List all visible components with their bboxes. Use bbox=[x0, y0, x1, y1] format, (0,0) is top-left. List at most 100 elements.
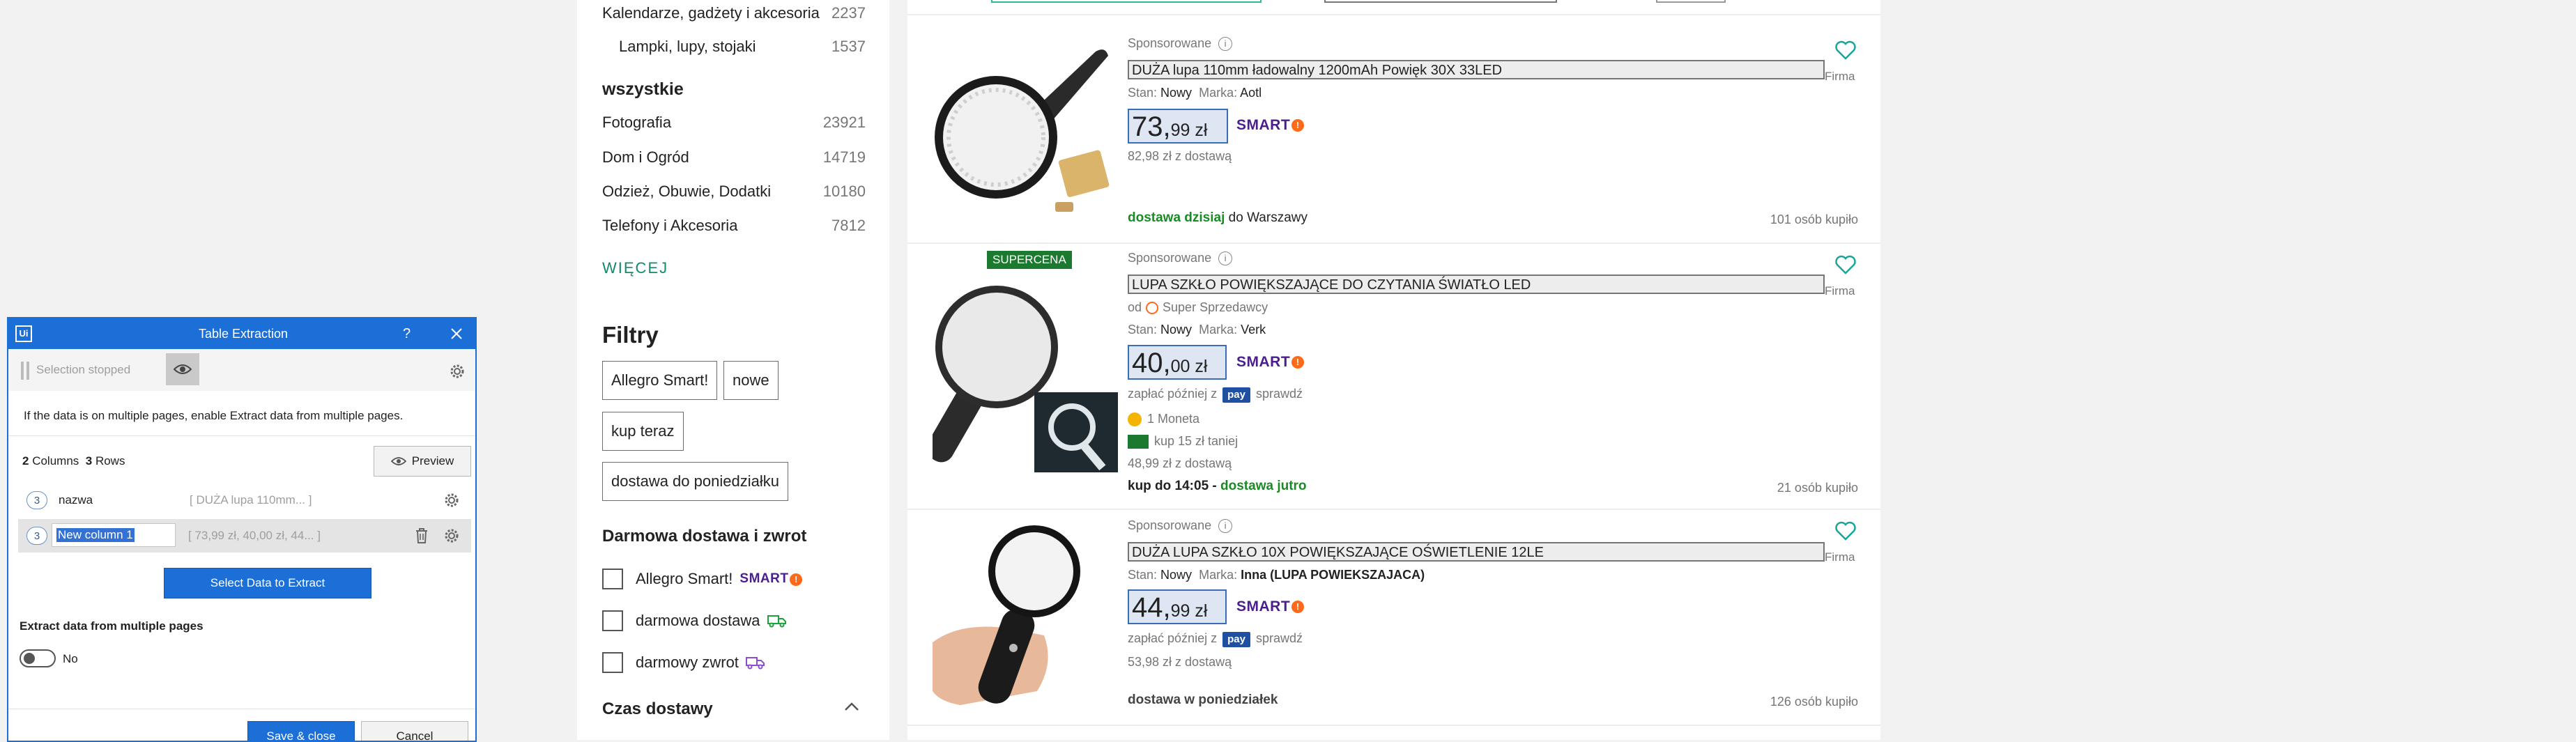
pay-later: zapłać później z pay sprawdź bbox=[1128, 387, 1303, 403]
column-sample: [ 73,99 zł, 40,00 zł, 44... ] bbox=[188, 529, 321, 542]
product-title[interactable]: DUŻA LUPA SZKŁO 10X POWIĘKSZAJĄCE OŚWIET… bbox=[1128, 542, 1825, 562]
eye-icon bbox=[174, 364, 192, 374]
truck-icon bbox=[767, 615, 786, 628]
smart-dot-icon: ! bbox=[1291, 601, 1305, 613]
delivery-time-section-title: Czas dostawy bbox=[602, 700, 713, 718]
select-data-button[interactable]: Select Data to Extract bbox=[164, 568, 371, 598]
filter-chip-delivery-monday[interactable]: dostawa do poniedziałku bbox=[602, 462, 788, 501]
category-item[interactable]: Telefony i Akcesoria 7812 bbox=[602, 208, 866, 243]
dialog-title-bar[interactable]: Ui Table Extraction ? bbox=[8, 318, 475, 349]
bought-count: 126 osób kupiło bbox=[1770, 695, 1858, 709]
column-row-selected[interactable]: 3 New column 1 [ 73,99 zł, 40,00 zł, 44.… bbox=[18, 519, 471, 552]
eye-toggle-button[interactable] bbox=[166, 353, 199, 385]
smart-badge: SMART! bbox=[1236, 117, 1305, 134]
category-item[interactable]: Odzież, Obuwie, Dodatki 10180 bbox=[602, 174, 866, 209]
sponsored-label: Sponsorowane i bbox=[1128, 36, 1233, 51]
category-count: 1537 bbox=[831, 38, 866, 55]
product-attributes: Stan: Nowy Marka: Verk bbox=[1128, 323, 1266, 337]
top-small-field[interactable] bbox=[1656, 0, 1726, 3]
product-image[interactable] bbox=[930, 43, 1111, 224]
product-card[interactable]: SUPERCENA Sponsorowane i LUPA SZKŁO POWIĘ… bbox=[907, 244, 1880, 509]
filter-chip-new[interactable]: nowe bbox=[723, 361, 779, 400]
product-title[interactable]: DUŻA lupa 110mm ładowalny 1200mAh Powięk… bbox=[1128, 60, 1825, 79]
heart-icon[interactable] bbox=[1834, 520, 1857, 542]
coin-icon bbox=[1128, 412, 1142, 426]
product-card[interactable]: Sponsorowane i DUŻA lupa 110mm ładowalny … bbox=[907, 15, 1880, 242]
product-card[interactable]: Sponsorowane i DUŻA LUPA SZKŁO 10X POWIĘK… bbox=[907, 510, 1880, 725]
price-with-delivery: 53,98 zł z dostawą bbox=[1128, 655, 1232, 669]
pause-icon bbox=[21, 362, 24, 380]
category-label: Lampki, lupy, stojaki bbox=[619, 38, 756, 55]
category-count: 14719 bbox=[822, 148, 866, 166]
heart-icon[interactable] bbox=[1834, 39, 1857, 61]
multi-page-hint: If the data is on multiple pages, enable… bbox=[24, 409, 404, 422]
price-with-delivery: 48,99 zł z dostawą bbox=[1128, 456, 1232, 470]
category-item[interactable]: Lampki, lupy, stojaki 1537 bbox=[619, 29, 866, 64]
help-button[interactable]: ? bbox=[403, 318, 411, 349]
column-row[interactable]: 3 nazwa [ DUŻA lupa 110mm... ] bbox=[18, 486, 468, 515]
super-seller-icon bbox=[1146, 301, 1159, 314]
column-sample: [ DUŻA lupa 110mm... ] bbox=[190, 493, 312, 507]
checkbox-box[interactable] bbox=[602, 652, 623, 673]
column-name-input[interactable]: New column 1 bbox=[52, 523, 176, 547]
cancel-button[interactable]: Cancel bbox=[361, 721, 468, 741]
category-count: 7812 bbox=[831, 217, 866, 234]
settings-gear-icon[interactable] bbox=[449, 363, 466, 380]
product-image[interactable] bbox=[933, 270, 1128, 472]
category-item[interactable]: Dom i Ogród 14719 bbox=[602, 140, 866, 175]
discount-tag-icon bbox=[1128, 434, 1149, 449]
category-count: 2237 bbox=[831, 4, 866, 22]
pay-icon: pay bbox=[1222, 387, 1250, 403]
category-item[interactable]: Fotografia 23921 bbox=[602, 105, 866, 140]
checkbox-box[interactable] bbox=[602, 569, 623, 589]
save-close-button[interactable]: Save & close bbox=[247, 721, 355, 741]
seller-type: Firma bbox=[1825, 70, 1855, 83]
filter-chip-buy-now[interactable]: kup teraz bbox=[602, 412, 684, 451]
checkbox-free-delivery[interactable]: darmowa dostawa bbox=[602, 609, 787, 633]
dialog-toolbar: Selection stopped bbox=[8, 349, 475, 391]
column-settings-gear-icon[interactable] bbox=[443, 527, 460, 544]
trash-icon[interactable] bbox=[414, 527, 429, 544]
product-attributes: Stan: Nowy Marka: Aotl bbox=[1128, 86, 1262, 100]
pay-later: zapłać później z pay sprawdź bbox=[1128, 631, 1303, 647]
delivery-info: dostawa w poniedziałek bbox=[1128, 693, 1278, 707]
filter-chip-allegro-smart[interactable]: Allegro Smart! bbox=[602, 361, 718, 400]
column-settings-gear-icon[interactable] bbox=[443, 492, 460, 509]
info-icon[interactable]: i bbox=[1218, 36, 1233, 51]
more-categories-link[interactable]: WIĘCEJ bbox=[602, 259, 668, 277]
price: 73, 99 zł bbox=[1128, 109, 1228, 144]
top-sort-select[interactable] bbox=[1324, 0, 1557, 3]
product-attributes: Stan: Nowy Marka: Inna (LUPA POWIEKSZAJA… bbox=[1128, 568, 1425, 582]
product-image[interactable] bbox=[933, 524, 1100, 712]
multi-page-title: Extract data from multiple pages bbox=[20, 619, 204, 633]
delivery-info: dostawa dzisiaj do Warszawy bbox=[1128, 210, 1308, 225]
product-listing: Sponsorowane i DUŻA lupa 110mm ładowalny … bbox=[907, 0, 1880, 740]
checkbox-allegro-smart[interactable]: Allegro Smart! SMART! bbox=[602, 567, 803, 591]
info-icon[interactable]: i bbox=[1218, 251, 1233, 265]
sponsored-label: Sponsorowane i bbox=[1128, 251, 1233, 265]
smart-badge: SMART! bbox=[739, 571, 803, 587]
category-sidebar: Kalendarze, gadżety i akcesoria 2237 Lam… bbox=[577, 0, 889, 740]
category-label: Odzież, Obuwie, Dodatki bbox=[602, 183, 772, 200]
info-icon[interactable]: i bbox=[1218, 518, 1233, 533]
category-label: Telefony i Akcesoria bbox=[602, 217, 738, 234]
column-count-badge: 3 bbox=[26, 527, 47, 545]
top-filter-field[interactable] bbox=[991, 0, 1262, 3]
price: 44, 99 zł bbox=[1128, 589, 1227, 624]
return-truck-icon bbox=[745, 657, 765, 670]
heart-icon[interactable] bbox=[1834, 254, 1857, 276]
smart-badge: SMART! bbox=[1236, 354, 1305, 371]
checkbox-free-return[interactable]: darmowy zwrot bbox=[602, 651, 765, 674]
smart-dot-icon: ! bbox=[790, 573, 803, 586]
close-icon[interactable] bbox=[450, 327, 463, 340]
multi-page-toggle[interactable] bbox=[20, 649, 56, 667]
category-count: 23921 bbox=[822, 114, 866, 131]
preview-button[interactable]: Preview bbox=[374, 446, 471, 477]
checkbox-box[interactable] bbox=[602, 610, 623, 631]
category-item[interactable]: Kalendarze, gadżety i akcesoria 2237 bbox=[602, 0, 866, 31]
column-name[interactable]: nazwa bbox=[59, 493, 93, 507]
product-title[interactable]: LUPA SZKŁO POWIĘKSZAJĄCE DO CZYTANIA ŚWI… bbox=[1128, 275, 1825, 294]
chevron-up-icon[interactable] bbox=[843, 701, 860, 712]
smart-badge: SMART! bbox=[1236, 598, 1305, 615]
eye-icon bbox=[390, 457, 406, 465]
